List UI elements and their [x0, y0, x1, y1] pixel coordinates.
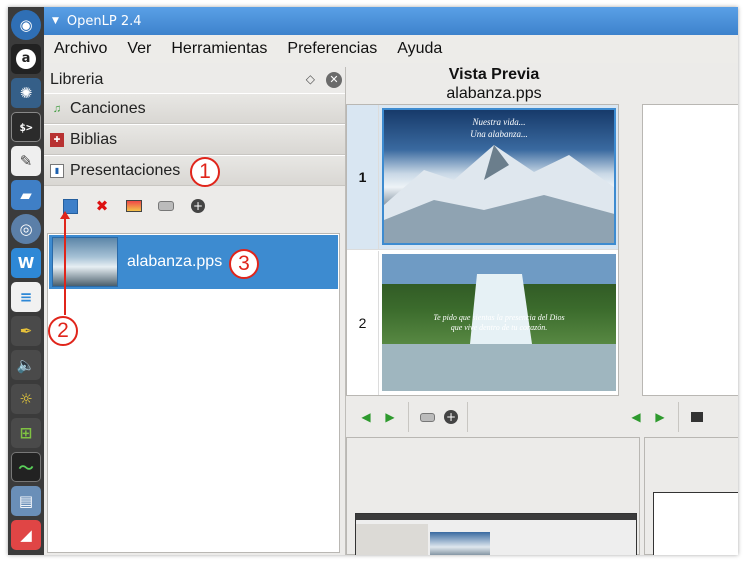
add-to-service-button[interactable]: + — [182, 194, 214, 218]
callout-1: 1 — [190, 157, 220, 187]
library-toolbar: ✖ + — [44, 186, 345, 226]
menu-herramientas[interactable]: Herramientas — [161, 40, 277, 58]
callout-3: 3 — [229, 249, 259, 279]
live-display — [644, 437, 738, 555]
settings-icon[interactable]: ✺ — [11, 78, 41, 108]
library-panel: Libreria ◇ ✕ ♫ Canciones ✚ Biblias ▮ Pre… — [44, 67, 345, 555]
window-menu-icon[interactable]: ▼ — [52, 16, 59, 26]
load-button[interactable] — [54, 194, 86, 218]
presentation-list: alabanza.pps — [47, 233, 340, 553]
presentation-icon: ▮ — [50, 163, 64, 178]
go-live-button[interactable] — [150, 194, 182, 218]
terminal-icon[interactable]: $> — [11, 112, 41, 142]
callout-2: 2 — [48, 316, 78, 346]
windows-icon[interactable]: ⊞ — [11, 418, 41, 448]
bible-icon: ✚ — [50, 132, 64, 147]
section-label: Canciones — [70, 99, 146, 117]
live-slide-list — [642, 104, 738, 396]
mini-titlebar — [356, 514, 636, 520]
ubuntu-dash-icon[interactable]: ◉ — [11, 10, 41, 40]
float-panel-icon[interactable]: ◇ — [306, 72, 315, 86]
amazon-icon[interactable]: a — [11, 44, 41, 74]
preview-controls: ◀ ▶ + ◀ ▶ — [346, 402, 738, 432]
add-to-service-icon[interactable]: + — [439, 405, 463, 429]
live-next-slide-icon[interactable]: ▶ — [648, 405, 672, 429]
disc-icon[interactable]: ◎ — [11, 214, 41, 244]
close-panel-icon[interactable]: ✕ — [326, 72, 342, 88]
mini-library — [356, 524, 428, 555]
slide-number: 1 — [347, 105, 379, 249]
next-slide-icon[interactable]: ▶ — [378, 405, 402, 429]
toolbar-separator — [678, 402, 679, 432]
slide-row[interactable]: 2 Te pido que sientas la presencia del D… — [347, 251, 618, 395]
go-live-icon[interactable] — [415, 405, 439, 429]
preview-filename: alabanza.pps — [446, 85, 542, 102]
menu-archivo[interactable]: Archivo — [44, 40, 117, 58]
brightness-icon[interactable]: ☼ — [11, 384, 41, 414]
slide-line: Nuestra vida... — [472, 117, 526, 127]
library-title: Libreria — [50, 71, 104, 88]
slide-line: que vive dentro de tu corazón. — [450, 323, 548, 332]
files-icon[interactable]: ▰ — [11, 180, 41, 210]
writer-icon[interactable]: W — [11, 248, 41, 278]
presentation-name: alabanza.pps — [127, 253, 223, 270]
live-display-screen — [653, 492, 738, 555]
music-note-icon: ♫ — [52, 102, 62, 115]
document-icon[interactable]: ≡ — [11, 282, 41, 312]
menu-ayuda[interactable]: Ayuda — [387, 40, 452, 58]
slide-line: Una alabanza... — [470, 129, 528, 139]
preview-slide-list: 1 Nuestra vida... Una alabanza... 2 Te p… — [346, 104, 619, 396]
drive-icon[interactable]: ▤ — [11, 486, 41, 516]
list-item[interactable]: alabanza.pps — [49, 235, 338, 289]
menu-preferencias[interactable]: Preferencias — [277, 40, 387, 58]
section-biblias[interactable]: ✚ Biblias — [44, 124, 345, 155]
preview-display — [346, 437, 640, 555]
delete-button[interactable]: ✖ — [86, 194, 118, 218]
volume-icon[interactable]: 🔈 — [11, 350, 41, 380]
system-monitor-icon[interactable]: 〜 — [11, 452, 41, 482]
delete-icon: ✖ — [95, 197, 109, 215]
add-to-service-icon: + — [191, 199, 205, 213]
toolbar-separator — [408, 402, 409, 432]
section-label: Biblias — [70, 130, 118, 148]
slide-number: 2 — [347, 251, 379, 395]
slide-image: Nuestra vida... Una alabanza... — [382, 108, 616, 245]
previous-slide-icon[interactable]: ◀ — [354, 405, 378, 429]
screenshot-frame: ◉ a ✺ $> ✎ ▰ ◎ W ≡ ✒ 🔈 ☼ ⊞ 〜 ▤ ◢ ▼ OpenL… — [8, 7, 738, 555]
preview-title: Vista Previa — [448, 66, 540, 83]
preview-display-thumbnail — [355, 513, 637, 555]
preview-icon — [126, 200, 142, 212]
live-display-icon[interactable] — [685, 405, 709, 429]
section-canciones[interactable]: ♫ Canciones — [44, 93, 345, 124]
library-header: Libreria ◇ ✕ — [44, 67, 345, 93]
openlp-icon[interactable]: ◢ — [11, 520, 41, 550]
menubar: Archivo Ver Herramientas Preferencias Ay… — [44, 35, 738, 63]
mini-slide — [430, 532, 490, 555]
pen-icon[interactable]: ✒ — [11, 316, 41, 346]
text-editor-icon[interactable]: ✎ — [11, 146, 41, 176]
window-title: OpenLP 2.4 — [66, 13, 142, 29]
window-titlebar: ▼ OpenLP 2.4 — [44, 7, 738, 35]
go-live-icon — [158, 201, 174, 211]
toolbar-separator — [467, 402, 468, 432]
callout-2-arrow — [60, 211, 70, 315]
unity-launcher: ◉ a ✺ $> ✎ ▰ ◎ W ≡ ✒ 🔈 ☼ ⊞ 〜 ▤ ◢ — [8, 7, 44, 555]
preview-header: Vista Previa alabanza.pps — [346, 65, 642, 103]
section-label: Presentaciones — [70, 161, 181, 179]
slide-row[interactable]: 1 Nuestra vida... Una alabanza... — [347, 105, 618, 250]
menu-ver[interactable]: Ver — [117, 40, 161, 58]
live-previous-slide-icon[interactable]: ◀ — [624, 405, 648, 429]
preview-button[interactable] — [118, 194, 150, 218]
slide-image: Te pido que sientas la presencia del Dio… — [382, 254, 616, 391]
